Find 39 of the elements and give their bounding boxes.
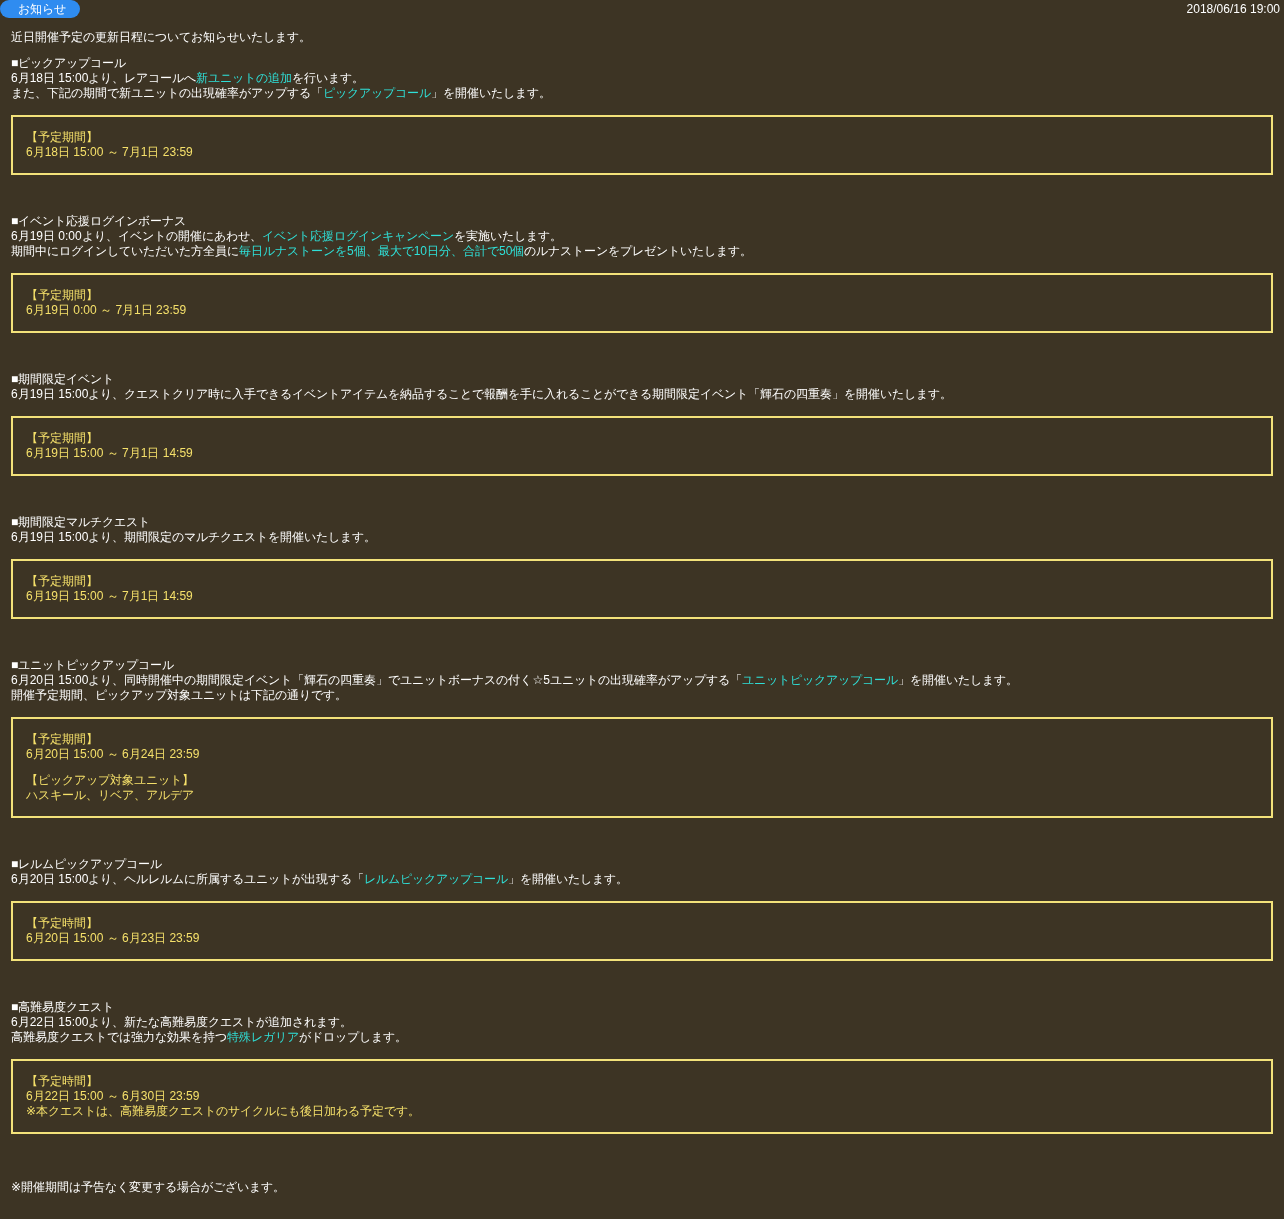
body-text: 6月22日 15:00より、新たな高難易度クエストが追加されます。 — [11, 1015, 354, 1030]
section-title: ■イベント応援ログインボーナス — [11, 214, 188, 229]
schedule-heading: 【予定期間】 — [26, 288, 99, 303]
body-text: 6月18日 15:00より、レアコールへ新ユニットの追加を行います。 — [11, 71, 366, 86]
body-text: 6月19日 15:00より、クエストクリア時に入手できるイベントアイテムを納品することで報酬を手に入れることができる期間限定イベント「輝石の四重奏」を開催いたします。 — [11, 387, 954, 402]
body-text: 高難易度クエストでは強力な効果を持つ特殊レガリアがドロップします。 — [11, 1030, 408, 1045]
schedule-heading: 【予定時間】 — [26, 1074, 99, 1089]
schedule-text: 6月20日 15:00 ～ 6月24日 23:59 — [26, 747, 201, 762]
section-title: ■高難易度クエスト — [11, 1000, 116, 1015]
schedule-text: ※本クエストは、高難易度クエストのサイクルにも後日加わる予定です。 — [26, 1104, 422, 1119]
notice-badge: お知らせ — [0, 0, 80, 18]
schedule-text: 6月20日 15:00 ～ 6月23日 23:59 — [26, 931, 201, 946]
body-text: また、下記の期間で新ユニットの出現確率がアップする「ピックアップコール」を開催いたします。 — [11, 86, 552, 101]
intro-text: 近日開催予定の更新日程についてお知らせいたします。 — [11, 30, 312, 45]
footnote-text: ※開催期間は予告なく変更する場合がございます。 — [11, 1180, 287, 1195]
schedule-heading: 【予定期間】 — [26, 732, 99, 747]
section-title: ■期間限定マルチクエスト — [11, 515, 152, 530]
post-date: 2018/06/16 19:00 — [1186, 1, 1281, 16]
section-title: ■レルムピックアップコール — [11, 857, 164, 872]
schedule-text: 6月19日 15:00 ～ 7月1日 14:59 — [26, 446, 194, 461]
body-text: 6月19日 0:00より、イベントの開催にあわせ、イベント応援ログインキャンペーンを実施いたします。 — [11, 229, 563, 244]
schedule-heading: 【予定期間】 — [26, 431, 99, 446]
body-text: 6月20日 15:00より、同時開催中の期間限定イベント「輝石の四重奏」でユニットボーナスの付く☆5ユニットの出現確率がアップする「ユニットピックアップコール」を開催いたします。 — [11, 673, 1019, 688]
section-title: ■期間限定イベント — [11, 372, 116, 387]
schedule-heading: 【予定期間】 — [26, 130, 99, 145]
schedule-heading: 【予定時間】 — [26, 916, 99, 931]
schedule-heading: 【ピックアップ対象ユニット】 — [26, 773, 195, 788]
body-text: 開催予定期間、ピックアップ対象ユニットは下記の通りです。 — [11, 688, 348, 703]
schedule-text: 6月18日 15:00 ～ 7月1日 23:59 — [26, 145, 194, 160]
body-text: 6月20日 15:00より、ヘルレルムに所属するユニットが出現する「レルムピックアップコール」を開催いたします。 — [11, 872, 630, 887]
body-text: 期間中にログインしていただいた方全員に毎日ルナストーンを5個、最大で10日分、合計で50個のルナストーンをプレゼントいたします。 — [11, 244, 754, 259]
schedule-text: 6月19日 15:00 ～ 7月1日 14:59 — [26, 589, 194, 604]
body-text: 6月19日 15:00より、期間限定のマルチクエストを開催いたします。 — [11, 530, 378, 545]
section-title: ■ピックアップコール — [11, 56, 128, 71]
schedule-heading: 【予定期間】 — [26, 574, 99, 589]
section-title: ■ユニットピックアップコール — [11, 658, 176, 673]
schedule-text: ハスキール、リベア、アルデア — [26, 788, 195, 803]
schedule-text: 6月19日 0:00 ～ 7月1日 23:59 — [26, 303, 188, 318]
schedule-text: 6月22日 15:00 ～ 6月30日 23:59 — [26, 1089, 201, 1104]
